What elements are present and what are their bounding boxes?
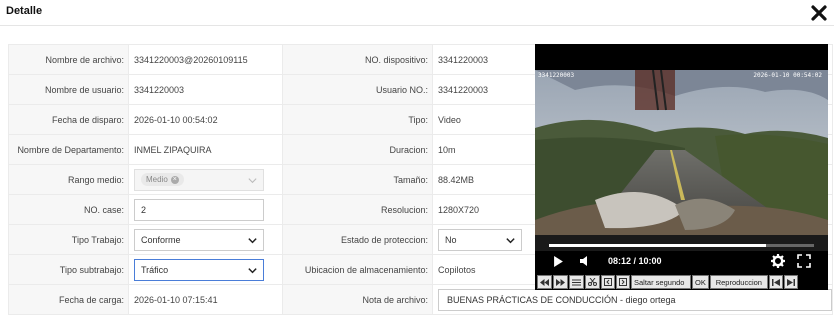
case-no-label: NO. case: xyxy=(8,194,129,225)
playback-button[interactable]: Reproduccion xyxy=(709,275,768,289)
user-no-label: Usuario NO.: xyxy=(282,74,433,105)
ok-button[interactable]: OK xyxy=(692,275,709,289)
video-progress-fill xyxy=(549,244,767,247)
close-icon[interactable] xyxy=(810,4,828,22)
osd-datetime: 2026-01-10 00:54:02 xyxy=(753,72,822,79)
settings-icon[interactable] xyxy=(771,254,785,268)
trigger-date-label: Fecha de disparo: xyxy=(8,104,129,135)
playback-toolbar: Saltar segundo OK Reproduccion xyxy=(537,274,830,290)
file-name-label: Nombre de archivo: xyxy=(8,44,129,75)
skip-end-button[interactable] xyxy=(783,275,798,289)
cut-icon xyxy=(588,278,597,286)
list-button[interactable] xyxy=(569,275,584,289)
subwork-type-select[interactable]: Tráfico xyxy=(134,258,264,281)
skip-seconds-input[interactable]: Saltar segundo xyxy=(631,275,691,289)
file-name-value: 3341220003@20260109115 xyxy=(128,44,283,75)
resolution-label: Resolucion: xyxy=(282,194,433,225)
dialog-title: Detalle xyxy=(6,5,43,17)
dialog-header: Detalle xyxy=(0,0,834,26)
upload-date-value: 2026-01-10 07:15:41 xyxy=(128,284,283,315)
storage-label: Ubicacion de almacenamiento: xyxy=(282,254,433,285)
fullscreen-icon[interactable] xyxy=(797,254,811,268)
file-note-input[interactable]: BUENAS PRÁCTICAS DE CONDUCCIÓN - diego o… xyxy=(438,288,832,311)
chevron-down-icon xyxy=(248,267,257,273)
video-time-display: 08:12 / 10:00 xyxy=(608,256,662,266)
skip-start-icon xyxy=(771,278,780,286)
cut-button[interactable] xyxy=(585,275,600,289)
osd-device-id: 3341220003 xyxy=(538,72,575,79)
work-type-select[interactable]: Conforme xyxy=(134,228,264,251)
mid-range-label: Rango medio: xyxy=(8,164,129,195)
user-name-value: 3341220003 xyxy=(128,74,283,105)
case-no-value: 2 xyxy=(141,204,147,215)
protection-value: No xyxy=(445,234,457,245)
frame-back-icon xyxy=(604,278,612,286)
work-type-label: Tipo Trabajo: xyxy=(8,224,129,255)
prev-icon xyxy=(540,278,549,286)
file-note-value: BUENAS PRÁCTICAS DE CONDUCCIÓN - diego o… xyxy=(447,294,676,305)
size-label: Tamaño: xyxy=(282,164,433,195)
type-label: Tipo: xyxy=(282,104,433,135)
upload-date-label: Fecha de carga: xyxy=(8,284,129,315)
frame-forward-button[interactable] xyxy=(616,275,630,289)
tag-remove-icon: × xyxy=(170,175,179,184)
skip-end-icon xyxy=(786,278,795,286)
chevron-down-icon xyxy=(248,177,257,183)
next-icon xyxy=(556,278,565,286)
list-icon xyxy=(572,279,581,285)
subwork-type-value: Tráfico xyxy=(141,264,169,275)
trigger-date-value: 2026-01-10 00:54:02 xyxy=(128,104,283,135)
work-type-value: Conforme xyxy=(141,234,181,245)
next-button[interactable] xyxy=(553,275,568,289)
user-name-label: Nombre de usuario: xyxy=(8,74,129,105)
file-note-label: Nota de archivo: xyxy=(282,284,433,315)
chevron-down-icon xyxy=(506,237,515,243)
chevron-down-icon xyxy=(248,237,257,243)
department-label: Nombre de Departamento: xyxy=(8,134,129,165)
video-player[interactable]: 3341220003 2026-01-10 00:54:02 08:12 / 1… xyxy=(535,44,828,290)
protection-label: Estado de proteccion: xyxy=(282,224,433,255)
prev-button[interactable] xyxy=(537,275,552,289)
device-no-label: NO. dispositivo: xyxy=(282,44,433,75)
mid-range-select[interactable]: Medio × xyxy=(134,168,264,191)
play-icon[interactable] xyxy=(553,256,564,267)
mid-range-tag-label: Medio xyxy=(146,175,168,184)
department-value: INMEL ZIPAQUIRA xyxy=(128,134,283,165)
video-frame xyxy=(535,70,828,251)
duration-label: Duracion: xyxy=(282,134,433,165)
frame-back-button[interactable] xyxy=(601,275,615,289)
skip-start-button[interactable] xyxy=(768,275,783,289)
protection-select[interactable]: No xyxy=(438,228,522,251)
mid-range-tag: Medio × xyxy=(141,173,184,186)
subwork-type-label: Tipo subtrabajo: xyxy=(8,254,129,285)
video-progress-bar[interactable] xyxy=(549,244,814,247)
case-no-input[interactable]: 2 xyxy=(134,198,264,221)
volume-icon[interactable] xyxy=(579,255,591,267)
frame-forward-icon xyxy=(619,278,627,286)
